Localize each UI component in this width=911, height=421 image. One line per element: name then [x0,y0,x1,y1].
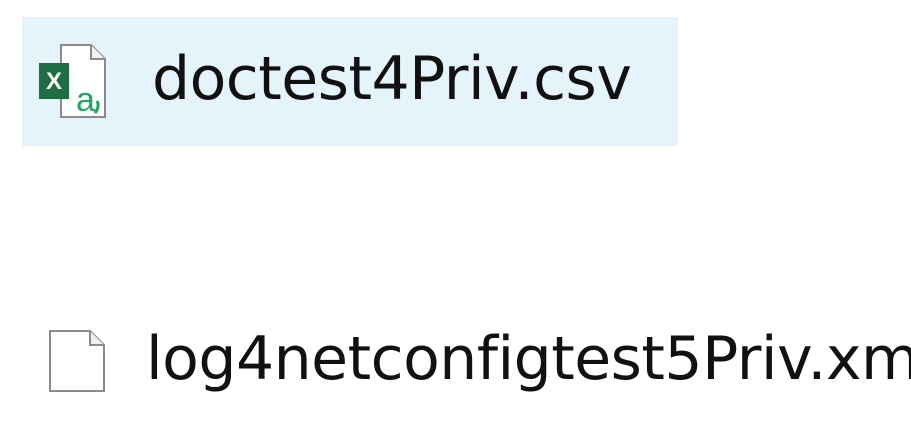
file-item-log4netconfigtest5priv-xml[interactable]: log4netconfigtest5Priv.xml [22,307,911,415]
file-name: doctest4Priv.csv [152,44,632,114]
svg-text:X: X [46,68,62,95]
generic-file-icon [49,330,105,392]
svg-text:a: a [76,81,95,119]
file-item-doctest4priv-csv[interactable]: X a doctest4Priv.csv [22,17,678,146]
excel-csv-file-icon: X a [39,44,106,119]
file-name: log4netconfigtest5Priv.xml [146,324,911,394]
